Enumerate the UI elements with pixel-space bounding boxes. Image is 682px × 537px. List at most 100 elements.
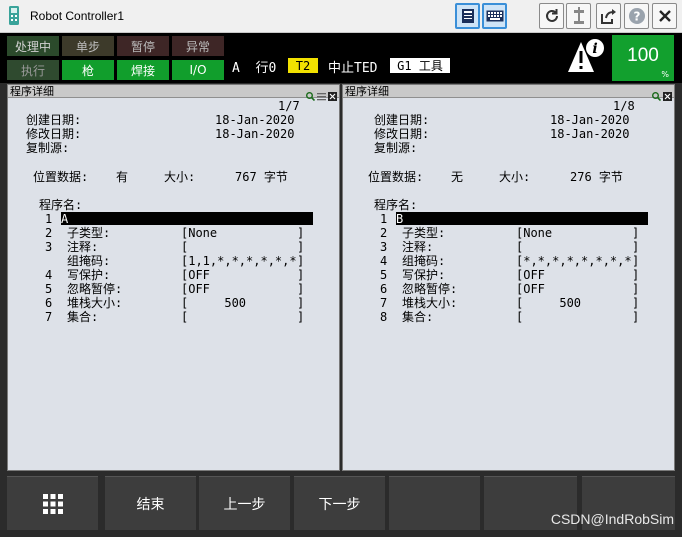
ignore-pause-value[interactable]: [OFF [181,282,210,296]
close-icon [658,10,671,22]
collection-label: 集合: [67,310,99,324]
screen-view-button[interactable] [455,3,480,29]
comment-label: 注释: [67,240,99,254]
program-name-field[interactable] [396,212,648,225]
program-detail-panel-left: 程序详细 1/7 创建日期: 18-Jan-2020 修改日期: 18-Jan-… [7,84,340,471]
size-value: 276 字节 [570,170,623,184]
collection-value[interactable]: [ [516,310,523,324]
refresh-button[interactable] [539,3,564,29]
row-number: 2 [380,226,388,240]
panel-header: 程序详细 [343,85,674,102]
group-mask-value[interactable]: [*,*,*,*,*,*,*,* [516,254,632,268]
teach-pendant-icon [9,6,19,25]
ignore-pause-value[interactable]: [OFF [516,282,545,296]
speed-override[interactable]: 100 % [612,35,674,81]
function-key-bar: 结束 上一步 下一步 CSDN@IndRobSim [0,474,682,537]
program-name-label: 程序名: [39,198,83,212]
row-number: 1 [380,212,388,226]
stack-size-value[interactable]: [ 500 [516,296,581,310]
comment-value[interactable]: [ [181,240,188,254]
end-button[interactable]: 结束 [105,476,196,530]
step-indicator: 单步 [62,36,114,56]
created-label: 创建日期: [374,113,430,127]
write-protect-value[interactable]: [OFF [181,268,210,282]
bracket-close: ] [297,226,305,240]
svg-text:?: ? [633,10,640,24]
subtype-label: 子类型: [67,226,111,240]
robot-arm-icon [573,7,584,24]
row-number: 5 [45,282,53,296]
program-line-status: A 行0 [232,61,277,76]
row-number: 8 [380,310,388,324]
modified-label: 修改日期: [26,127,82,141]
list-icon[interactable] [317,86,326,101]
row-number: 1 [45,212,53,226]
ignore-pause-label: 忽略暂停: [67,282,123,296]
function-key-4[interactable] [389,476,480,530]
group-mask-value[interactable]: [1,1,*,*,*,*,*,* [181,254,297,268]
next-button[interactable]: 下一步 [294,476,385,530]
bracket-close: ] [297,296,305,310]
collection-value[interactable]: [ [181,310,188,324]
program-name-field[interactable] [61,212,313,225]
busy-indicator: 处理中 [7,36,59,56]
hold-indicator: 暂停 [117,36,169,56]
created-value: 18-Jan-2020 [215,113,295,127]
row-number: 6 [380,282,388,296]
comment-label: 注释: [402,240,434,254]
robot-button[interactable] [566,3,591,29]
size-label: 大小: [164,170,196,184]
panel-header: 程序详细 [8,85,339,102]
page-indicator: 1/7 [278,99,300,113]
maximize-icon[interactable] [328,86,337,101]
page-indicator: 1/8 [613,99,635,113]
panel-controls [652,86,672,102]
io-indicator: I/O [172,60,224,80]
program-name-label: 程序名: [374,198,418,212]
position-data-label: 位置数据: [368,170,424,184]
bracket-close: ] [632,254,640,268]
size-value: 767 字节 [235,170,288,184]
panel-title: 程序详细 [10,85,54,98]
bracket-close: ] [632,226,640,240]
position-data-value: 无 [451,170,464,184]
maximize-icon[interactable] [663,86,672,101]
frame-badge: G1 工具 [390,58,450,73]
bracket-close: ] [632,282,640,296]
write-protect-value[interactable]: [OFF [516,268,545,282]
document-icon [461,9,474,23]
keyboard-icon [486,10,503,22]
modified-value: 18-Jan-2020 [550,127,630,141]
group-mask-label: 组掩码: [402,254,446,268]
export-button[interactable] [596,3,621,29]
zoom-icon[interactable] [306,86,316,102]
stack-size-value[interactable]: [ 500 [181,296,246,310]
subtype-value[interactable]: [None [181,226,217,240]
share-arrow-icon [600,9,616,24]
menu-button[interactable] [7,476,98,530]
subtype-value[interactable]: [None [516,226,552,240]
size-label: 大小: [499,170,531,184]
panel-controls [306,86,337,102]
bracket-close: ] [632,268,640,282]
modified-value: 18-Jan-2020 [215,127,295,141]
bracket-close: ] [632,240,640,254]
keyboard-button[interactable] [482,3,507,29]
stack-size-label: 堆栈大小: [402,296,458,310]
row-number: 2 [45,226,53,240]
comment-value[interactable]: [ [516,240,523,254]
row-number: 3 [45,240,53,254]
speed-value: 100 [627,45,659,66]
row-number: 7 [45,310,53,324]
group-mask-label: 组掩码: [67,254,111,268]
help-button[interactable]: ? [624,3,649,29]
stack-size-label: 堆栈大小: [67,296,123,310]
previous-button[interactable]: 上一步 [199,476,290,530]
write-protect-label: 写保护: [402,268,446,282]
warning-info-icon[interactable]: i [566,38,606,76]
bracket-close: ] [297,282,305,296]
zoom-icon[interactable] [652,86,662,102]
bracket-close: ] [297,240,305,254]
close-button[interactable] [652,3,677,29]
created-value: 18-Jan-2020 [550,113,630,127]
